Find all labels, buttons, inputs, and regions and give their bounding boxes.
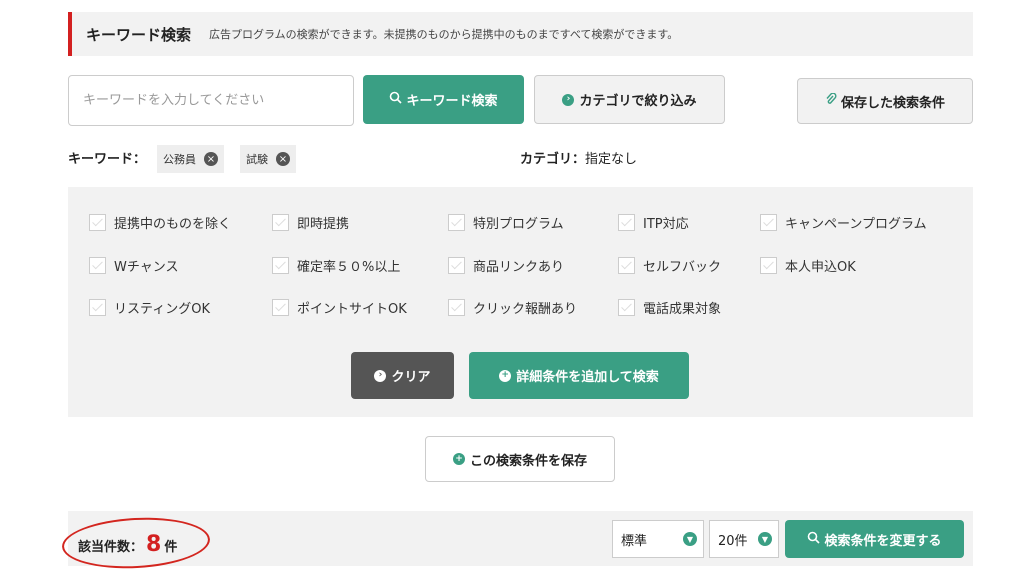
plus-icon: +	[452, 453, 465, 465]
filter-checkbox[interactable]: 確定率５０%以上	[272, 256, 400, 275]
checkbox-icon[interactable]	[618, 214, 635, 231]
filter-checkbox[interactable]: クリック報酬あり	[448, 298, 577, 317]
checkbox-icon[interactable]	[760, 257, 777, 274]
filter-label: 即時提携	[297, 217, 350, 232]
checkbox-icon[interactable]	[272, 214, 289, 231]
filter-checkbox[interactable]: 提携中のものを除く	[89, 213, 231, 232]
saved-conditions-button[interactable]: 保存した検索条件	[797, 78, 973, 124]
checkbox-icon[interactable]	[448, 299, 465, 316]
checkbox-icon[interactable]	[760, 214, 777, 231]
checkbox-icon[interactable]	[448, 257, 465, 274]
keyword-tag[interactable]: 公務員 ×	[157, 145, 224, 173]
keyword-search-input[interactable]	[68, 75, 354, 126]
category-status: カテゴリ：指定なし	[520, 148, 637, 167]
keyword-search-label: キーワード検索	[406, 94, 498, 109]
filter-checkbox[interactable]: ITP対応	[618, 213, 689, 232]
section-description: 広告プログラムの検索ができます。未提携のものから提携中のものまですべて検索ができ…	[209, 28, 679, 41]
category-status-label: カテゴリ：	[520, 152, 586, 167]
filter-label: 電話成果対象	[643, 302, 722, 317]
clear-button-label: クリア	[391, 370, 431, 385]
keyword-tag-label: 公務員	[163, 153, 196, 166]
category-filter-label: カテゴリで絞り込み	[579, 94, 697, 109]
sort-select[interactable]: 標準 ▼	[612, 520, 704, 558]
category-status-value: 指定なし	[585, 152, 638, 167]
checkbox-icon[interactable]	[618, 257, 635, 274]
search-icon	[807, 531, 821, 548]
checkbox-icon[interactable]	[89, 257, 106, 274]
sort-select-value: 標準	[621, 533, 648, 549]
filter-label: 提携中のものを除く	[114, 217, 232, 232]
filter-checkbox[interactable]: 即時提携	[272, 213, 349, 232]
chevron-down-icon: ▼	[683, 532, 697, 546]
filter-label: ポイントサイトOK	[297, 302, 407, 317]
remove-tag-icon[interactable]: ×	[204, 152, 218, 166]
chevron-down-icon: ▼	[758, 532, 772, 546]
saved-conditions-label: 保存した検索条件	[840, 95, 945, 111]
filter-label: セルフバック	[643, 260, 722, 275]
add-detail-search-button[interactable]: + 詳細条件を追加して検索	[469, 352, 689, 399]
keyword-tag-label: 試験	[246, 153, 268, 166]
chevron-right-icon: ›	[562, 93, 575, 106]
section-header: キーワード検索 広告プログラムの検索ができます。未提携のものから提携中のものまで…	[68, 12, 973, 56]
keyword-search-button[interactable]: キーワード検索	[363, 75, 524, 124]
save-condition-label: この検索条件を保存	[469, 453, 587, 469]
checkbox-icon[interactable]	[618, 299, 635, 316]
filter-checkbox[interactable]: セルフバック	[618, 256, 721, 275]
add-detail-search-label: 詳細条件を追加して検索	[516, 370, 659, 385]
filter-label: ITP対応	[643, 217, 689, 232]
filter-label: Wチャンス	[114, 260, 179, 275]
section-title: キーワード検索	[86, 25, 192, 44]
checkbox-icon[interactable]	[272, 257, 289, 274]
filter-label: 特別プログラム	[473, 217, 564, 232]
filter-label: 本人申込OK	[785, 260, 856, 275]
search-icon	[389, 91, 403, 108]
filter-checkbox[interactable]: 本人申込OK	[760, 256, 856, 275]
paperclip-icon	[825, 91, 837, 110]
checkbox-icon[interactable]	[89, 214, 106, 231]
filter-checkbox[interactable]: リスティングOK	[89, 298, 210, 317]
save-condition-button[interactable]: + この検索条件を保存	[425, 436, 615, 482]
keyword-label: キーワード：	[68, 152, 147, 167]
filter-checkbox[interactable]: 特別プログラム	[448, 213, 564, 232]
filter-label: クリック報酬あり	[473, 302, 578, 317]
filter-label: リスティングOK	[114, 302, 210, 317]
remove-tag-icon[interactable]: ×	[276, 152, 290, 166]
change-search-button[interactable]: 検索条件を変更する	[785, 520, 964, 558]
filter-label: キャンペーンプログラム	[785, 217, 927, 232]
clear-button[interactable]: › クリア	[351, 352, 454, 399]
plus-icon: +	[499, 369, 512, 382]
category-filter-button[interactable]: › カテゴリで絞り込み	[534, 75, 725, 124]
per-page-select[interactable]: 20件 ▼	[709, 520, 779, 558]
change-search-label: 検索条件を変更する	[824, 533, 942, 549]
filter-checkbox[interactable]: 商品リンクあり	[448, 256, 564, 275]
filter-checkbox[interactable]: キャンペーンプログラム	[760, 213, 927, 232]
keyword-tag[interactable]: 試験 ×	[240, 145, 296, 173]
filter-checkbox[interactable]: Wチャンス	[89, 256, 178, 275]
checkbox-icon[interactable]	[272, 299, 289, 316]
filter-checkbox[interactable]: ポイントサイトOK	[272, 298, 407, 317]
per-page-select-value: 20件	[718, 533, 748, 549]
chevron-right-icon: ›	[374, 369, 387, 382]
checkbox-icon[interactable]	[89, 299, 106, 316]
filter-label: 商品リンクあり	[473, 260, 565, 275]
filter-checkbox[interactable]: 電話成果対象	[618, 298, 721, 317]
filter-label: 確定率５０%以上	[297, 260, 401, 275]
checkbox-icon[interactable]	[448, 214, 465, 231]
